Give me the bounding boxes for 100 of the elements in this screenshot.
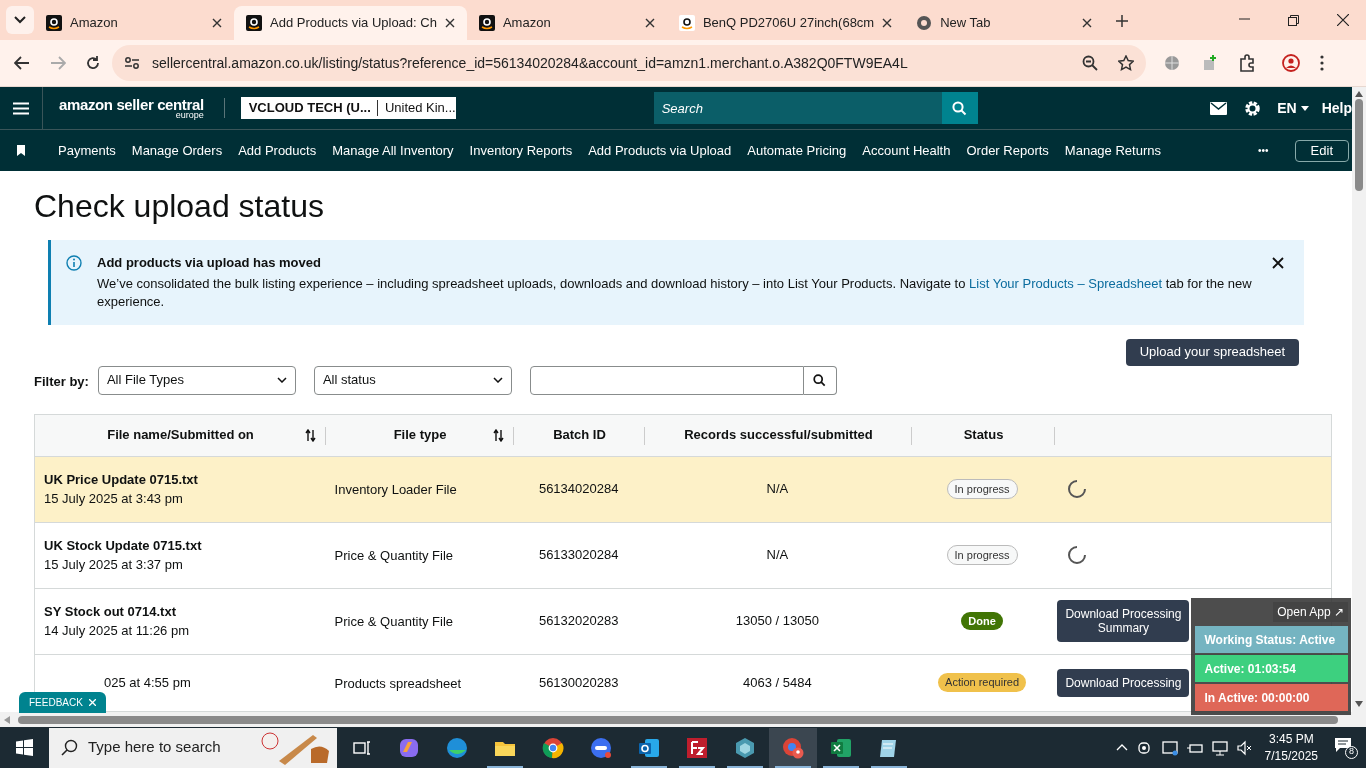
close-icon[interactable] xyxy=(882,18,893,28)
search-icon xyxy=(952,100,968,116)
reload-icon[interactable] xyxy=(86,56,100,70)
search-field[interactable] xyxy=(529,365,804,395)
puzzle-icon[interactable] xyxy=(1238,54,1256,72)
sort-icon[interactable] xyxy=(493,428,504,442)
help-link[interactable]: Help xyxy=(1321,97,1352,119)
globe-icon[interactable] xyxy=(1164,55,1180,71)
feedback-button[interactable]: FEEDBACK xyxy=(19,692,106,713)
scrollbar-thumb[interactable] xyxy=(18,715,1338,724)
browser-tab[interactable]: BenQ PD2706U 27inch(68cm xyxy=(666,6,905,40)
upload-spreadsheet-button[interactable]: Upload your spreadsheet xyxy=(1125,338,1299,366)
nav-link[interactable]: Automate Pricing xyxy=(747,140,847,161)
mail-icon[interactable] xyxy=(1210,101,1228,115)
close-icon[interactable] xyxy=(444,18,455,28)
table-row[interactable]: UK Price Update 0715.txt 15 July 2025 at 3:43 pm Inventory Loader File 56134020284 N/A In progress xyxy=(35,456,1331,523)
chevron-up-icon[interactable] xyxy=(1115,744,1128,751)
task-view-icon[interactable] xyxy=(353,739,371,756)
horizontal-scrollbar[interactable] xyxy=(0,712,1352,727)
status-badge: Action required xyxy=(938,673,1027,692)
file-type-dropdown[interactable]: All File Types xyxy=(97,365,296,395)
scroll-down-icon[interactable] xyxy=(1355,701,1363,707)
search-button[interactable] xyxy=(941,92,978,124)
more-button[interactable]: ••• xyxy=(1258,143,1269,158)
display-icon[interactable] xyxy=(1161,739,1178,756)
records-count: N/A xyxy=(766,480,789,499)
scrollbar-thumb[interactable] xyxy=(1355,99,1363,191)
batch-id: 56130020283 xyxy=(538,673,619,692)
settings-icon[interactable] xyxy=(1244,99,1262,117)
nav-link[interactable]: Add Products via Upload xyxy=(588,140,732,161)
star-icon[interactable] xyxy=(1118,55,1134,71)
sort-icon[interactable] xyxy=(305,428,316,442)
page-title: Check upload status xyxy=(34,187,325,225)
batch-id: 56133020284 xyxy=(538,546,619,565)
nav-link[interactable]: Manage Orders xyxy=(131,140,223,161)
nav-link[interactable]: Payments xyxy=(58,140,116,161)
network-icon[interactable] xyxy=(1211,739,1228,756)
nav-link[interactable]: Order Reports xyxy=(966,140,1049,161)
file-type: Price & Quantity File xyxy=(334,614,454,629)
language-selector[interactable]: EN xyxy=(1277,97,1309,119)
browser-tab[interactable]: Amazon xyxy=(34,6,234,40)
file-name: UK Price Update 0715.txt xyxy=(44,470,199,489)
browser-tab[interactable]: New Tab xyxy=(904,6,1105,40)
working-status: Working Status: Active xyxy=(1194,626,1348,653)
restore-icon[interactable] xyxy=(1288,15,1299,26)
file-name: SY Stock out 0714.txt xyxy=(44,602,177,621)
close-icon[interactable] xyxy=(1337,14,1349,26)
close-icon[interactable] xyxy=(1272,257,1284,269)
status-badge: In progress xyxy=(946,478,1018,500)
column-header: Status xyxy=(963,426,1004,445)
taskbar-search-field[interactable]: Type here to search xyxy=(49,727,337,768)
column-header[interactable]: File name/Submitted on xyxy=(107,425,254,445)
site-settings-icon[interactable] xyxy=(124,56,140,70)
volume-muted-icon[interactable] xyxy=(1236,739,1253,756)
browser-tab[interactable]: Amazon xyxy=(466,6,667,40)
close-icon[interactable] xyxy=(212,18,222,28)
nav-link[interactable]: Add Products xyxy=(238,140,317,161)
back-icon[interactable] xyxy=(14,56,30,70)
seller-central-logo[interactable]: amazon seller central europe xyxy=(59,96,204,120)
status-dropdown[interactable]: All status xyxy=(313,365,512,395)
vertical-scrollbar[interactable] xyxy=(1352,87,1366,727)
bookmark-icon[interactable] xyxy=(17,145,25,156)
search-button[interactable] xyxy=(803,365,837,395)
profile-icon[interactable] xyxy=(1282,54,1300,72)
account-switcher[interactable]: VCLOUD TECH (U... United Kin... xyxy=(240,97,456,119)
store-name: VCLOUD TECH (U... xyxy=(247,99,372,118)
close-icon[interactable] xyxy=(644,18,655,28)
nav-link[interactable]: Manage All Inventory xyxy=(332,140,454,161)
address-bar[interactable]: sellercentral.amazon.co.uk/listing/status?reference_id=56134020284&account_id=amzn1.merchant.o.A382Q0FTW9EA4L xyxy=(112,45,1146,81)
spreadsheet-link[interactable]: List Your Products – Spreadsheet xyxy=(969,275,1162,291)
menu-icon[interactable] xyxy=(13,101,29,115)
search-field[interactable]: Search xyxy=(653,92,942,124)
column-header: Records successful/submitted xyxy=(684,426,873,445)
tab-title: New Tab xyxy=(940,14,992,33)
batch-id: 56134020284 xyxy=(538,480,619,499)
taskbar-app-icon[interactable] xyxy=(769,727,817,768)
open-app-button[interactable]: Open App ↗ xyxy=(1273,602,1348,622)
webcam-icon[interactable] xyxy=(1136,739,1153,756)
nav-link[interactable]: Account Health xyxy=(862,140,951,161)
extension-icon[interactable] xyxy=(1202,55,1218,71)
browser-tab[interactable]: Add Products via Upload: Ch xyxy=(234,6,467,40)
tab-title: Add Products via Upload: Ch xyxy=(270,14,437,33)
notification-button[interactable]: 8 xyxy=(1334,736,1356,759)
edit-button[interactable]: Edit xyxy=(1294,139,1349,162)
nav-link[interactable]: Manage Returns xyxy=(1064,140,1161,161)
download-summary-button[interactable]: Download Processing xyxy=(1057,668,1190,697)
more-options-icon[interactable] xyxy=(1320,55,1324,71)
tab-title: Amazon xyxy=(70,14,119,33)
close-icon[interactable] xyxy=(1082,18,1093,28)
windows-start-icon[interactable] xyxy=(16,739,33,756)
new-tab-icon[interactable] xyxy=(1116,15,1129,27)
scroll-up-icon[interactable] xyxy=(1355,91,1363,97)
search-input[interactable]: Type here to search xyxy=(88,736,238,759)
submitted-date: 025 at 4:55 pm xyxy=(103,673,192,692)
active-timer: Active: 01:03:54 xyxy=(1194,655,1348,682)
zoom-icon[interactable] xyxy=(1082,55,1098,71)
column-header[interactable]: File type xyxy=(393,425,447,445)
download-summary-button[interactable]: Download Processing Summary xyxy=(1057,600,1190,642)
tab-search-button[interactable] xyxy=(6,6,34,34)
nav-link[interactable]: Inventory Reports xyxy=(469,140,573,161)
